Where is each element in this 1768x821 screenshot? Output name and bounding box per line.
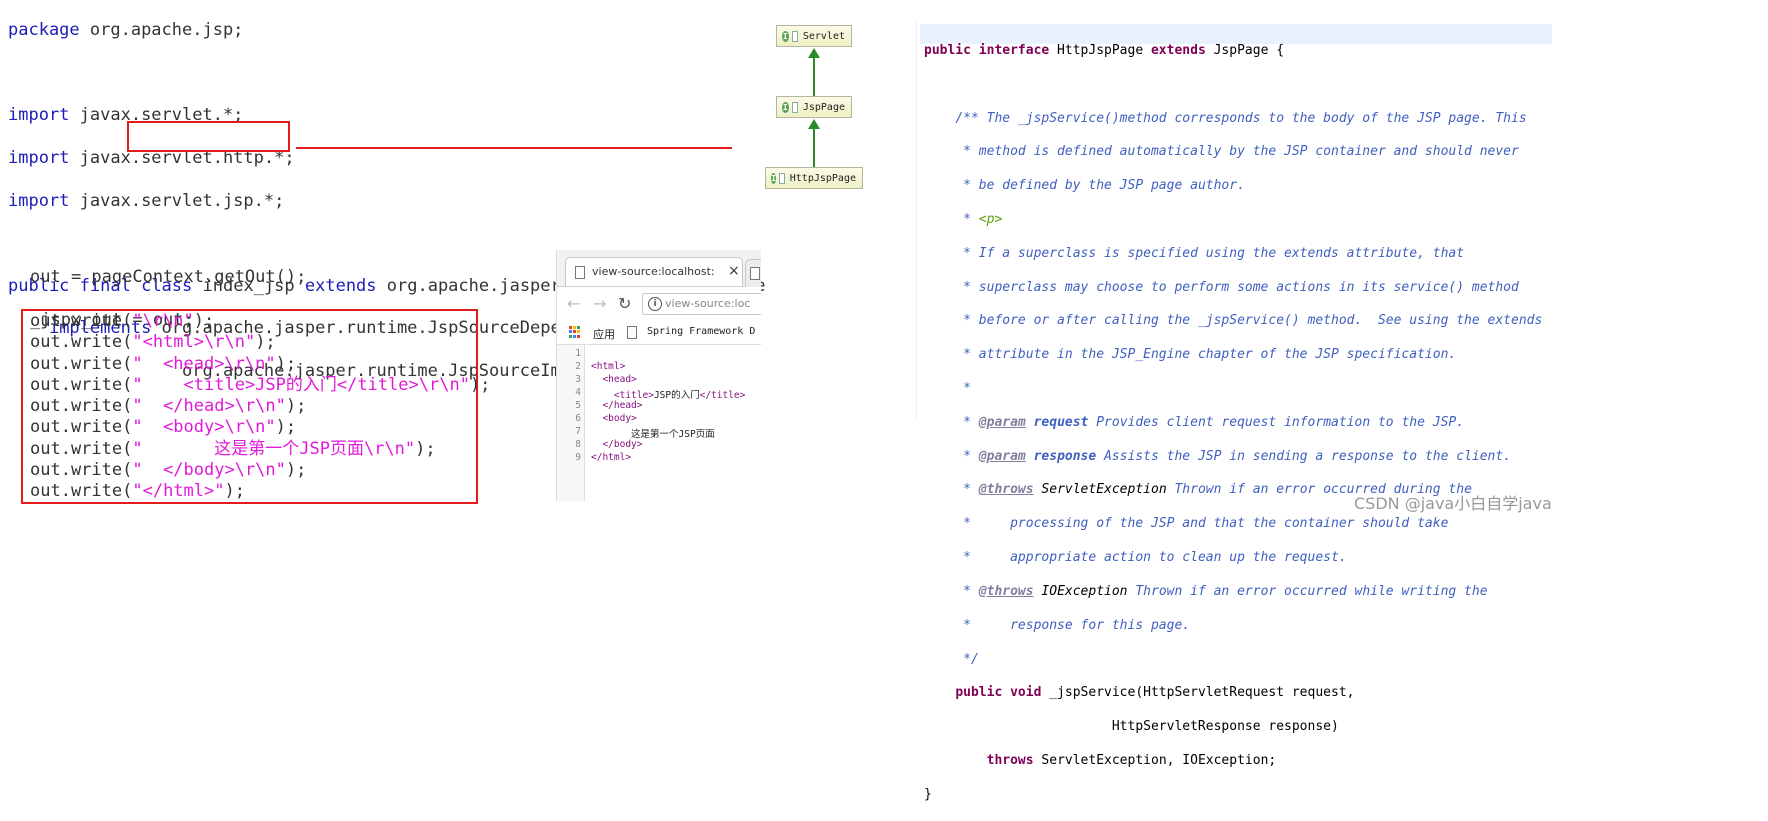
out-write-line: out.write(" </head>\r\n"); xyxy=(30,396,307,417)
out-write-line: out.write(" </body>\r\n"); xyxy=(30,460,307,481)
method-declaration: public void _jspService(HttpServletReque… xyxy=(955,685,1355,701)
bookmarks-bar: 应用 Spring Framework D xyxy=(557,322,761,344)
extends-underline xyxy=(296,147,732,149)
inheritance-arrow-head xyxy=(808,48,820,58)
source-line: </html> xyxy=(591,452,632,463)
line-number: 2 xyxy=(575,361,581,372)
line-number: 9 xyxy=(575,452,581,463)
line-number: 7 xyxy=(575,426,581,437)
source-line: <html> xyxy=(591,361,626,372)
out-write-line: out.write(" 这是第一个JSP页面\r\n"); xyxy=(30,438,436,459)
interface-declaration: public interface HttpJspPage extends Jsp… xyxy=(924,42,1285,58)
bookmark-spring[interactable]: Spring Framework D xyxy=(647,326,755,337)
source-line: </body> xyxy=(602,439,643,450)
close-icon[interactable]: × xyxy=(728,263,740,279)
apps-grid-icon[interactable] xyxy=(569,326,581,338)
import-line: import javax.servlet.http.*; xyxy=(8,148,295,169)
forward-arrow-icon[interactable]: → xyxy=(593,294,606,313)
inheritance-arrow-line xyxy=(813,129,815,167)
hierarchy-node-httpjsppage[interactable]: I HttpJspPage xyxy=(765,167,863,189)
out-write-line: out.write(" <body>\r\n"); xyxy=(30,417,297,438)
browser-window: view-source:localhost: × ← → ↻ i view-so… xyxy=(556,250,761,501)
page-icon xyxy=(750,267,760,280)
inheritance-arrow-line xyxy=(813,58,815,96)
back-arrow-icon[interactable]: ← xyxy=(567,294,580,313)
source-line: <head> xyxy=(602,374,637,385)
line-number: 5 xyxy=(575,400,581,411)
class-name-highlight xyxy=(127,121,290,152)
page-icon xyxy=(575,266,585,279)
reload-icon[interactable]: ↻ xyxy=(618,294,631,313)
out-write-line: out.write("\r\n"); xyxy=(30,311,215,331)
import-line: import javax.servlet.jsp.*; xyxy=(8,190,285,211)
browser-tab-2[interactable] xyxy=(745,259,761,288)
source-line: 这是第一个JSP页面 xyxy=(631,429,715,440)
hierarchy-node-jsppage[interactable]: I JspPage xyxy=(776,96,852,118)
hierarchy-node-servlet[interactable]: I Servlet xyxy=(776,25,852,47)
address-bar[interactable]: i view-source:loc xyxy=(642,293,761,315)
interface-icon: I xyxy=(782,30,789,42)
interface-icon: I xyxy=(771,172,777,184)
inheritance-arrow-head xyxy=(808,119,820,129)
view-source-pane: 1 2 3 4 5 6 7 8 9 <html> <head> <title>JSP的入门</t… xyxy=(557,344,761,501)
import-line: import javax.servlet.*; xyxy=(8,105,244,126)
source-line: </head> xyxy=(602,400,643,411)
watermark: CSDN @java小白自学java xyxy=(1354,494,1552,513)
line-number: 4 xyxy=(575,387,581,398)
line-number: 8 xyxy=(575,439,581,450)
browser-tab[interactable]: view-source:localhost: × xyxy=(565,257,743,286)
page-icon xyxy=(627,326,637,339)
line-number: 1 xyxy=(575,348,581,359)
out-write-line: out.write("</html>"); xyxy=(30,481,245,502)
source-line: <body> xyxy=(602,413,637,424)
out-write-line: out.write(" <head>\r\n"); xyxy=(30,353,297,374)
line-number: 3 xyxy=(575,374,581,385)
file-icon xyxy=(779,172,785,184)
out-write-code: out.write("\r\n"); out.write("<html>\r\n"… xyxy=(30,311,490,503)
line-number: 6 xyxy=(575,413,581,424)
out-write-line: out.write(" <title>JSP的入门</title>\r\n"); xyxy=(30,374,491,395)
source-line: <title>JSP的入门</title> xyxy=(613,390,746,401)
browser-toolbar: ← → ↻ i view-source:loc xyxy=(557,287,761,323)
tab-strip: view-source:localhost: × xyxy=(557,250,761,288)
editor-left-ruler xyxy=(916,20,917,420)
file-icon xyxy=(791,101,798,113)
bookmark-apps[interactable]: 应用 xyxy=(593,326,615,342)
interface-icon: I xyxy=(782,101,789,113)
file-icon xyxy=(791,30,798,42)
package-line: package org.apache.jsp; xyxy=(8,20,244,41)
info-icon[interactable]: i xyxy=(648,297,662,311)
httpjsppage-source: public interface HttpJspPage extends Jsp… xyxy=(924,42,1543,802)
out-write-line: out.write("<html>\r\n"); xyxy=(30,332,276,353)
line-number-gutter: 1 2 3 4 5 6 7 8 9 xyxy=(557,345,585,501)
